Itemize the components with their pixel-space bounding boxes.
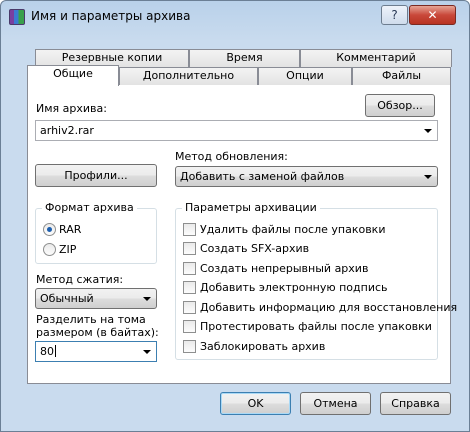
split-label-line2: размером (в байтах): <box>36 326 159 339</box>
profiles-button[interactable]: Профили... <box>35 164 157 187</box>
chevron-down-icon[interactable] <box>424 175 432 179</box>
zip-radio[interactable] <box>43 243 56 256</box>
split-size-value: 80 <box>40 345 54 358</box>
archive-name-value: arhiv2.rar <box>40 124 94 137</box>
delete-after-label: Удалить файлы после упаковки <box>200 223 386 236</box>
browse-button[interactable]: Обзор... <box>365 94 435 117</box>
ok-button[interactable]: OK <box>220 392 291 415</box>
test-label: Протестировать файлы после упаковки <box>200 320 432 333</box>
archive-name-label: Имя архива: <box>36 102 107 115</box>
tab-general[interactable]: Общие <box>27 65 119 86</box>
sfx-check[interactable] <box>183 242 196 255</box>
tab-advanced[interactable]: Дополнительно <box>119 67 258 85</box>
winrar-app-icon <box>9 9 25 25</box>
delete-after-check[interactable] <box>183 223 196 236</box>
archive-name-combo[interactable]: arhiv2.rar <box>35 120 438 141</box>
rar-radio-label: RAR <box>59 223 82 236</box>
chevron-down-icon[interactable] <box>143 350 151 354</box>
compression-value: Обычный <box>40 292 94 305</box>
help-button[interactable]: Справка <box>380 392 451 415</box>
chevron-down-icon[interactable] <box>424 129 432 133</box>
text-caret <box>55 345 56 357</box>
split-label-line1: Разделить на тома <box>36 313 146 326</box>
compression-label: Метод сжатия: <box>36 273 124 286</box>
update-method-value: Добавить с заменой файлов <box>180 170 345 183</box>
lock-label: Заблокировать архив <box>200 340 326 353</box>
window-title: Имя и параметры архива <box>31 9 191 23</box>
rar-radio[interactable] <box>43 223 56 236</box>
compression-combo[interactable]: Обычный <box>35 288 157 309</box>
archive-format-group: Формат архива <box>35 201 157 264</box>
tab-options[interactable]: Опции <box>258 67 352 85</box>
recovery-check[interactable] <box>183 301 196 314</box>
tab-files[interactable]: Файлы <box>352 67 451 85</box>
tab-comment[interactable]: Комментарий <box>300 49 452 67</box>
archive-format-title: Формат архива <box>42 201 137 214</box>
zip-radio-label: ZIP <box>59 243 77 256</box>
signature-check[interactable] <box>183 281 196 294</box>
cancel-button[interactable]: Отмена <box>300 392 371 415</box>
update-method-label: Метод обновления: <box>175 150 288 163</box>
signature-label: Добавить электронную подпись <box>200 281 388 294</box>
update-method-combo[interactable]: Добавить с заменой файлов <box>175 166 438 187</box>
archiving-params-title: Параметры архивации <box>182 201 320 214</box>
chevron-down-icon[interactable] <box>143 297 151 301</box>
tab-time[interactable]: Время <box>189 49 300 67</box>
title-bar[interactable]: Имя и параметры архива ? ✕ <box>1 1 469 31</box>
close-button[interactable]: ✕ <box>409 5 456 25</box>
test-check[interactable] <box>183 320 196 333</box>
solid-label: Создать непрерывный архив <box>200 262 369 275</box>
sfx-label: Создать SFX-архив <box>200 242 310 255</box>
recovery-label: Добавить информацию для восстановления <box>200 301 458 314</box>
lock-check[interactable] <box>183 340 196 353</box>
split-size-combo[interactable]: 80 <box>35 341 157 362</box>
help-title-button[interactable]: ? <box>381 5 408 25</box>
solid-check[interactable] <box>183 262 196 275</box>
